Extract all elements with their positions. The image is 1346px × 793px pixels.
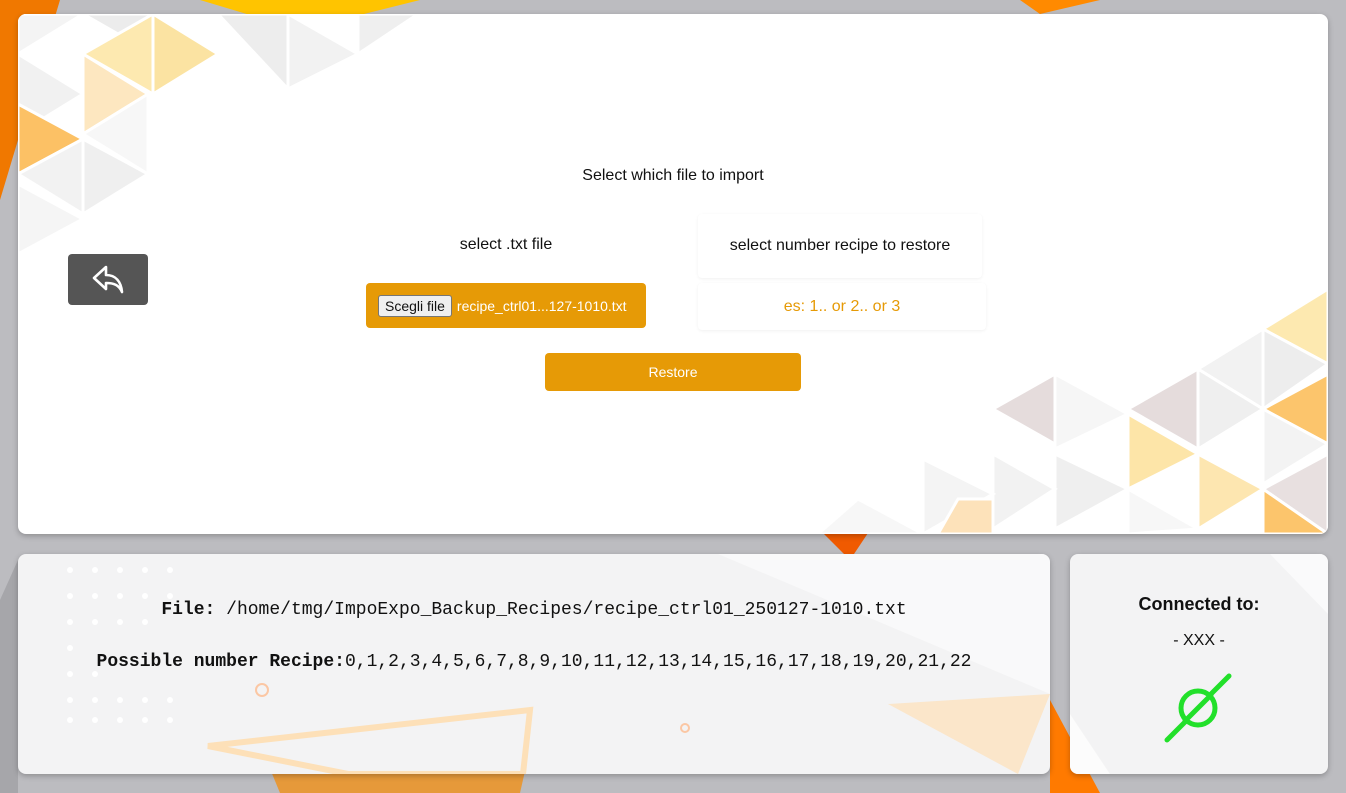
file-info-panel: File: /home/tmg/ImpoExpo_Backup_Recipes/…	[18, 554, 1050, 774]
recipe-number-input[interactable]	[698, 283, 986, 330]
recipes-line: Possible number Recipe:0,1,2,3,4,5,6,7,8…	[18, 652, 1050, 672]
recipe-number-label: select number recipe to restore	[698, 214, 982, 278]
restore-button[interactable]: Restore	[545, 353, 801, 391]
file-select-label: select .txt file	[459, 236, 553, 253]
recipes-list: 0,1,2,3,4,5,6,7,8,9,10,11,12,13,14,15,16…	[344, 652, 972, 672]
selected-file-name: recipe_ctrl01...127-1010.txt	[456, 297, 627, 314]
file-label: File:	[161, 600, 216, 620]
file-path-line: File: /home/tmg/ImpoExpo_Backup_Recipes/…	[18, 600, 1050, 620]
back-button[interactable]	[68, 254, 148, 305]
file-path: /home/tmg/ImpoExpo_Backup_Recipes/recipe…	[215, 600, 907, 620]
connection-name: - XXX -	[1173, 632, 1225, 649]
import-panel: Select which file to import select .txt …	[18, 14, 1328, 534]
choose-file-button[interactable]: Scegli file	[378, 294, 452, 317]
undo-arrow-icon	[92, 265, 124, 293]
file-picker[interactable]: Scegli file recipe_ctrl01...127-1010.txt	[366, 283, 646, 328]
triangle-pattern-decoration	[18, 14, 1328, 534]
connection-panel: Connected to: - XXX -	[1070, 554, 1328, 774]
recipes-label: Possible number Recipe:	[96, 652, 345, 672]
connection-title: Connected to:	[1138, 594, 1260, 614]
plug-connected-icon	[1164, 673, 1232, 743]
page-title: Select which file to import	[582, 167, 764, 184]
